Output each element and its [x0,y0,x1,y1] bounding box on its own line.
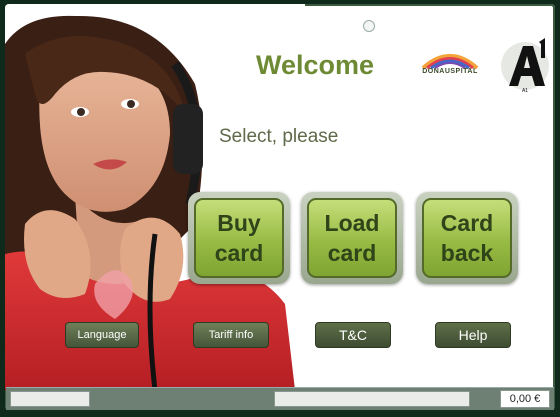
a1-logo-icon: A1 [501,38,549,94]
page-title: Welcome [255,50,375,80]
status-segment [274,391,470,407]
load-card-frame: Load card [301,192,403,284]
terms-button[interactable]: T&C [315,322,391,348]
instruction-text: Select, please [219,126,339,147]
mounting-hole [363,20,375,32]
donauspital-logo-icon [421,54,479,70]
language-button[interactable]: Language [65,322,139,348]
brand-name: A1 [522,88,528,94]
status-segment [10,391,90,407]
partner-name: DONAUSPITAL [422,68,478,75]
status-bar: 0,00 € [6,387,554,410]
buy-card-frame: Buy card [188,192,290,284]
load-card-button[interactable]: Load card [307,198,397,278]
help-button[interactable]: Help [435,322,511,348]
credit-amount: 0,00 € [500,390,550,408]
card-back-frame: Card back [416,192,518,284]
tariff-info-button[interactable]: Tariff info [193,322,269,348]
buy-card-button[interactable]: Buy card [194,198,284,278]
kiosk-screen: Welcome Select, please DONAUSPITAL A1 Bu… [5,4,555,410]
card-back-button[interactable]: Card back [422,198,512,278]
